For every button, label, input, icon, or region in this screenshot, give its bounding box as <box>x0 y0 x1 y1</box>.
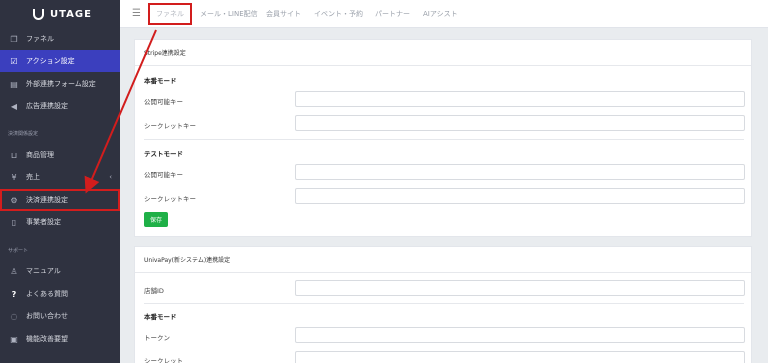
sidebar-item-label: 外部連携フォーム設定 <box>26 80 96 88</box>
brand-name: UTAGE <box>50 9 92 20</box>
secret-key-label: シークレットキー <box>144 122 196 130</box>
test-publishable-key-label: 公開可能キー <box>144 171 183 179</box>
tab-ai-assist[interactable]: AIアシスト <box>423 9 458 19</box>
top-navigation: ☰ ファネル メール・LINE配信 会員サイト イベント・予約 パートナー AI… <box>120 0 768 28</box>
copy-icon: ❐ <box>10 34 18 44</box>
sidebar-item-action-settings[interactable]: ☑ アクション設定 <box>0 50 120 72</box>
tab-member-site[interactable]: 会員サイト <box>266 9 301 19</box>
sidebar-item-label: 機能改善要望 <box>26 335 68 343</box>
sidebar-item-label: マニュアル <box>26 267 61 275</box>
main-content: Stripe連携設定 本番モード 公開可能キー シークレットキー テストモード … <box>120 28 768 363</box>
basket-icon: ⊔ <box>10 150 18 160</box>
question-icon: ? <box>11 289 17 299</box>
sidebar-item-products[interactable]: ⊔ 商品管理 <box>0 144 120 166</box>
sidebar-item-contact[interactable]: ◌ お問い合わせ <box>0 305 120 327</box>
test-secret-key-input[interactable] <box>295 188 745 204</box>
gear-icon: ⚙ <box>10 195 18 205</box>
sidebar-item-label: 広告連携設定 <box>26 102 68 110</box>
test-secret-key-label: シークレットキー <box>144 195 196 203</box>
sidebar-item-sales[interactable]: ¥ 売上 ‹ <box>0 166 120 188</box>
sidebar-item-label: アクション設定 <box>26 57 75 65</box>
sidebar-item-payment-integration[interactable]: ⚙ 決済連携設定 <box>0 189 120 211</box>
sidebar-item-funnel[interactable]: ❐ ファネル <box>0 28 120 50</box>
token-input[interactable] <box>295 327 745 343</box>
chevron-left-icon: ‹ <box>109 173 112 181</box>
card-title: Stripe連携設定 <box>135 40 751 66</box>
section-label-payment: 決済関係設定 <box>8 131 39 137</box>
tab-mail-line[interactable]: メール・LINE配信 <box>200 9 258 19</box>
sidebar-item-label: よくある質問 <box>26 290 68 298</box>
sidebar-item-manual[interactable]: ♙ マニュアル <box>0 260 120 282</box>
hamburger-menu-icon[interactable]: ☰ <box>132 8 141 19</box>
sidebar-item-label: お問い合わせ <box>26 312 68 320</box>
chat-icon: ◌ <box>10 311 18 321</box>
divider <box>144 303 744 304</box>
secret-input[interactable] <box>295 351 745 363</box>
megaphone-icon: ◀ <box>10 101 18 111</box>
form-icon: ▤ <box>10 79 18 89</box>
tab-partner[interactable]: パートナー <box>375 9 410 19</box>
stripe-settings-card: Stripe連携設定 本番モード 公開可能キー シークレットキー テストモード … <box>134 39 752 237</box>
section-label-support: サポート <box>8 248 29 254</box>
building-icon: ▯ <box>11 217 17 227</box>
sidebar: UTAGE ❐ ファネル ☑ アクション設定 ▤ 外部連携フォーム設定 ◀ 広告… <box>0 0 120 363</box>
test-mode-heading: テストモード <box>144 150 183 158</box>
tab-event-booking[interactable]: イベント・予約 <box>314 9 363 19</box>
store-id-input[interactable] <box>295 280 745 296</box>
sidebar-item-ad-integration[interactable]: ◀ 広告連携設定 <box>0 95 120 117</box>
divider <box>144 139 744 140</box>
sidebar-item-label: 事業者設定 <box>26 218 61 226</box>
publishable-key-label: 公開可能キー <box>144 98 183 106</box>
secret-key-input[interactable] <box>295 115 745 131</box>
secret-label: シークレット <box>144 357 183 363</box>
univapay-settings-card: UnivaPay(新システム)連携設定 店舗ID 本番モード トークン シークレ… <box>134 246 752 363</box>
sidebar-item-label: 売上 <box>26 173 40 181</box>
document-icon: ▣ <box>10 334 18 344</box>
utage-logo-icon <box>33 9 44 20</box>
live-mode-heading: 本番モード <box>144 77 177 85</box>
store-id-label: 店舗ID <box>144 287 164 295</box>
brand[interactable]: UTAGE <box>0 0 120 29</box>
tab-funnel[interactable]: ファネル <box>148 3 192 25</box>
sidebar-item-business-settings[interactable]: ▯ 事業者設定 <box>0 211 120 233</box>
sidebar-item-faq[interactable]: ? よくある質問 <box>0 283 120 305</box>
person-icon: ♙ <box>10 266 18 276</box>
publishable-key-input[interactable] <box>295 91 745 107</box>
sidebar-item-label: 商品管理 <box>26 151 54 159</box>
card-title: UnivaPay(新システム)連携設定 <box>135 247 751 273</box>
sidebar-item-feature-request[interactable]: ▣ 機能改善要望 <box>0 328 120 350</box>
live-mode-heading: 本番モード <box>144 313 177 321</box>
sidebar-item-label: ファネル <box>26 35 54 43</box>
checkbox-icon: ☑ <box>10 56 18 66</box>
sidebar-item-external-form[interactable]: ▤ 外部連携フォーム設定 <box>0 73 120 95</box>
test-publishable-key-input[interactable] <box>295 164 745 180</box>
yen-icon: ¥ <box>11 172 17 182</box>
token-label: トークン <box>144 334 170 342</box>
save-button[interactable]: 保存 <box>144 212 168 227</box>
sidebar-item-label: 決済連携設定 <box>26 196 68 204</box>
